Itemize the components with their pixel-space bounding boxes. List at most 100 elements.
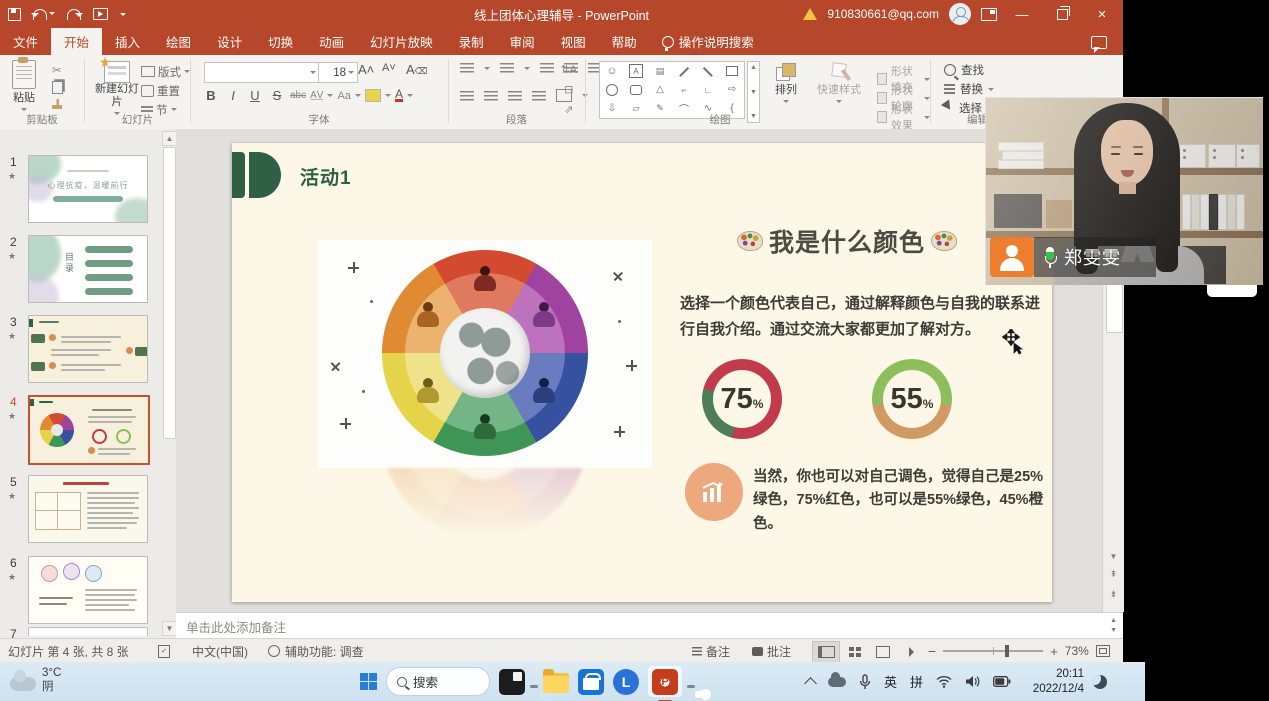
scroll-up-button[interactable]: ▲ (162, 131, 177, 146)
next-slide-button[interactable]: ⇟ (1106, 587, 1121, 602)
slide-4-thumbnail[interactable] (28, 395, 150, 465)
paste-button[interactable]: 粘贴 (12, 60, 36, 114)
tab-transitions[interactable]: 切换 (255, 28, 306, 55)
zoom-in-button[interactable]: + (1050, 644, 1058, 659)
close-button[interactable]: × (1087, 0, 1117, 28)
view-normal-button[interactable] (812, 641, 840, 663)
view-slideshow-button[interactable] (898, 642, 924, 662)
slide-1-thumbnail[interactable]: 心理抗疫，温暖前行 (28, 155, 148, 223)
spellcheck-indicator[interactable]: ✓ (158, 639, 170, 663)
slide-note-text[interactable]: 当然，你也可以对自己调色，觉得自己是25%绿色，75%红色，也可以是55%绿色，… (753, 466, 1045, 536)
replace-button[interactable]: 替换 (944, 81, 994, 97)
view-reading-button[interactable] (870, 642, 896, 662)
tab-insert[interactable]: 插入 (102, 28, 153, 55)
text-direction-button[interactable]: ⇅A (560, 63, 577, 76)
character-spacing-button[interactable]: A̲V̲ (310, 90, 323, 101)
bold-button[interactable]: B (202, 88, 220, 103)
tab-help[interactable]: 帮助 (599, 28, 650, 55)
zoom-slider-thumb[interactable] (1005, 645, 1009, 657)
italic-button[interactable]: I (224, 88, 242, 103)
align-center-button[interactable] (484, 91, 498, 101)
file-explorer-icon[interactable] (543, 673, 569, 693)
ime-pinyin-indicator[interactable]: 拼 (910, 672, 923, 691)
shrink-font-button[interactable]: A˅ (382, 62, 396, 74)
account-avatar[interactable] (949, 3, 971, 25)
slide-canvas[interactable]: 活动1 (232, 143, 1052, 602)
minimize-button[interactable]: — (1007, 0, 1037, 28)
layout-button[interactable]: 版式 (141, 63, 190, 80)
accessibility-indicator[interactable]: 辅助功能: 调查 (268, 639, 364, 663)
reset-button[interactable]: 重置 (141, 82, 180, 99)
strikethrough-button[interactable]: S (268, 88, 286, 103)
change-case-button[interactable]: Aa (337, 90, 350, 102)
start-button[interactable] (360, 673, 377, 690)
slide-3-thumbnail[interactable] (28, 315, 148, 383)
zoom-slider[interactable] (943, 650, 1043, 652)
slide-5-thumbnail[interactable] (28, 475, 148, 543)
focus-assist-moon-icon[interactable] (1093, 675, 1107, 689)
thumbnail-scrollbar[interactable]: ▲ ▼ (162, 131, 175, 636)
powerpoint-taskbar-button[interactable]: P (648, 666, 682, 697)
slide-intro-text[interactable]: 选择一个颜色代表自己，通过解释颜色与自我的联系进行自我介绍。通过交流大家都更加了… (680, 291, 1052, 343)
slide-2-thumbnail[interactable]: 目录 (28, 235, 148, 303)
view-sorter-button[interactable] (842, 642, 868, 662)
taskbar-search[interactable]: 搜索 (386, 667, 490, 696)
tab-animations[interactable]: 动画 (306, 28, 357, 55)
new-slide-button[interactable]: 新建幻灯片 (95, 61, 139, 118)
highlight-color-button[interactable] (365, 89, 381, 102)
microsoft-store-icon[interactable] (578, 669, 604, 695)
numbering-button[interactable] (500, 63, 514, 73)
color-wheel-image[interactable] (318, 240, 652, 468)
slide-heading[interactable]: 我是什么颜色 (652, 223, 1042, 259)
font-size-input[interactable]: 18 (318, 62, 358, 83)
onedrive-cloud-icon[interactable] (828, 677, 846, 687)
justify-button[interactable] (532, 91, 546, 101)
tab-draw[interactable]: 绘图 (153, 28, 204, 55)
ime-english-indicator[interactable]: 英 (884, 672, 897, 691)
zoom-out-button[interactable]: − (928, 643, 936, 659)
underline-button[interactable]: U (246, 88, 264, 103)
meeting-panel-edge[interactable] (1207, 284, 1257, 297)
fit-to-window-icon[interactable] (1096, 645, 1110, 657)
notes-toggle-button[interactable]: 备注 (692, 639, 730, 663)
grow-font-button[interactable]: A˄ (358, 62, 374, 77)
chart-growth-icon[interactable] (685, 463, 743, 521)
find-button[interactable]: 查找 (944, 62, 984, 78)
font-color-button[interactable]: A (395, 89, 403, 102)
shape-gallery[interactable]: ☺A▤ △⌐∟⇨ ⇩▱✎⌒∿{ (599, 61, 745, 119)
donut-chart-55[interactable]: 55% (872, 359, 952, 439)
slide-7-thumbnail[interactable] (28, 627, 148, 636)
battery-icon[interactable] (993, 676, 1011, 687)
tell-me-search[interactable]: 操作说明搜索 (650, 28, 766, 55)
scrollbar-thumb[interactable] (1106, 281, 1123, 333)
microphone-tray-icon[interactable] (859, 674, 871, 690)
webcam-overlay[interactable]: 郑雯雯 (985, 97, 1263, 285)
ribbon-display-options-icon[interactable] (981, 8, 997, 21)
wifi-icon[interactable] (936, 675, 952, 688)
slide-badge-title[interactable]: 活动1 (300, 163, 352, 190)
notes-placeholder[interactable]: 单击此处添加备注 (186, 617, 286, 636)
tab-home[interactable]: 开始 (51, 28, 102, 55)
previous-slide-button[interactable]: ⇞ (1106, 567, 1121, 582)
align-right-button[interactable] (508, 91, 522, 101)
tray-overflow-chevron-icon[interactable] (804, 677, 817, 690)
comments-icon[interactable] (1091, 36, 1107, 49)
scrollbar-thumb[interactable] (163, 147, 176, 439)
font-name-input[interactable] (204, 62, 320, 83)
speaker-icon[interactable] (965, 675, 980, 688)
decrease-indent-button[interactable] (540, 63, 554, 73)
align-left-button[interactable] (460, 91, 474, 101)
app-icon-blue-circle[interactable]: L (613, 669, 639, 695)
subscript-icon[interactable]: abc (290, 90, 306, 101)
tab-slideshow[interactable]: 幻灯片放映 (357, 28, 446, 55)
notes-pane[interactable]: 单击此处添加备注 ▲▼ (176, 612, 1123, 639)
slide-6-thumbnail[interactable] (28, 556, 148, 624)
copy-icon[interactable] (52, 81, 63, 94)
scroll-down-button[interactable]: ▼ (162, 621, 177, 636)
weather-widget[interactable]: 3°C阴 (10, 666, 61, 695)
clock[interactable]: 20:112022/12/4 (1033, 667, 1084, 697)
clear-formatting-button[interactable]: A⌫ (406, 62, 427, 77)
zoom-level[interactable]: 73% (1065, 644, 1089, 658)
tab-design[interactable]: 设计 (204, 28, 255, 55)
restore-button[interactable] (1047, 0, 1077, 28)
